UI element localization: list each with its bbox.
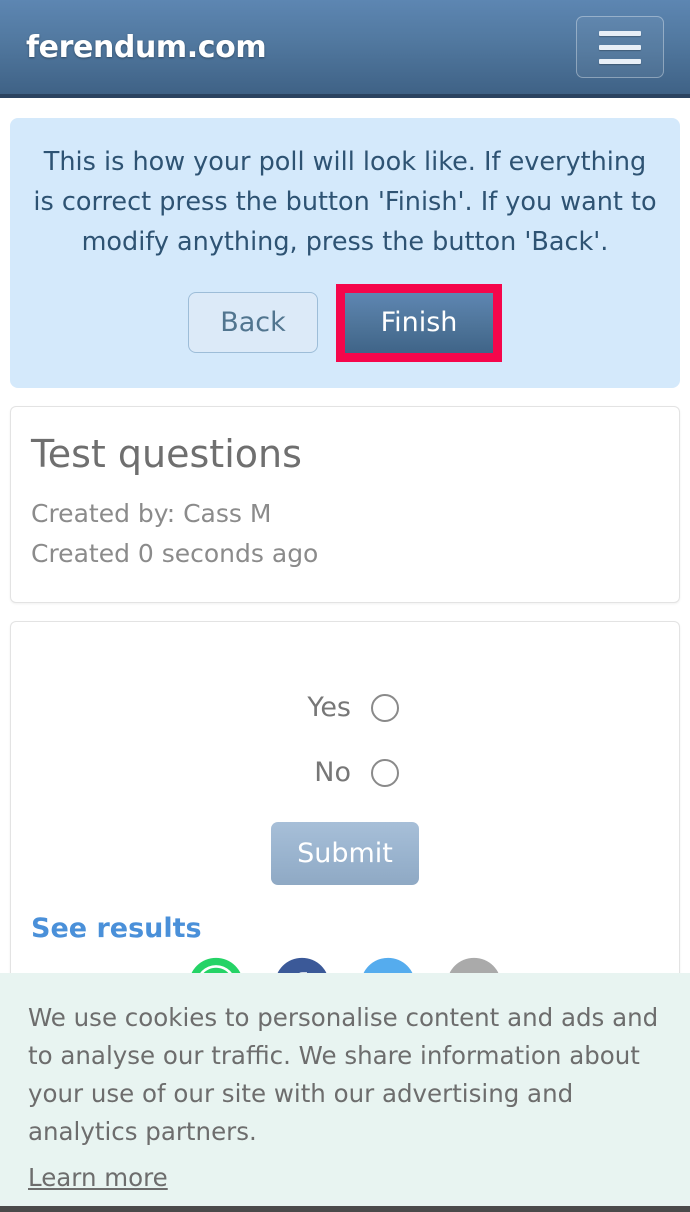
poll-option-row: No: [11, 757, 679, 788]
preview-notice-text: This is how your poll will look like. If…: [33, 147, 657, 257]
preview-actions: Back Finish: [32, 284, 658, 362]
hamburger-menu-icon[interactable]: [576, 16, 664, 78]
hamburger-bar: [599, 44, 641, 50]
bottom-bar: [0, 1206, 690, 1212]
poll-option-radio-yes[interactable]: [371, 693, 399, 722]
preview-notice-panel: This is how your poll will look like. If…: [10, 118, 680, 388]
poll-option-label-no: No: [314, 757, 351, 789]
cookie-banner-text: We use cookies to personalise content an…: [28, 1003, 659, 1146]
top-navbar: ferendum.com: [0, 0, 690, 98]
site-brand: ferendum.com: [26, 29, 267, 65]
poll-created-ago: Created 0 seconds ago: [31, 539, 319, 569]
cookie-learn-more-link[interactable]: Learn more: [28, 1163, 168, 1192]
finish-button[interactable]: Finish: [345, 293, 493, 353]
poll-info-card: Test questions Created by: Cass M Create…: [10, 405, 680, 604]
poll-option-row: Yes: [11, 692, 679, 723]
hamburger-bar: [599, 58, 641, 64]
app-page: ferendum.com This is how your poll will …: [0, 0, 690, 1212]
see-results-link[interactable]: See results: [31, 913, 202, 944]
cookie-banner: We use cookies to personalise content an…: [0, 973, 690, 1206]
hamburger-bar: [599, 30, 641, 36]
poll-title: Test questions: [31, 431, 302, 476]
poll-option-label-yes: Yes: [307, 692, 351, 724]
submit-button[interactable]: Submit: [271, 822, 419, 886]
back-button[interactable]: Back: [188, 292, 318, 354]
submit-row: Submit: [11, 822, 679, 886]
poll-option-radio-no[interactable]: [371, 758, 399, 787]
finish-button-highlight: Finish: [336, 284, 502, 362]
poll-created-by: Created by: Cass M: [31, 499, 272, 529]
